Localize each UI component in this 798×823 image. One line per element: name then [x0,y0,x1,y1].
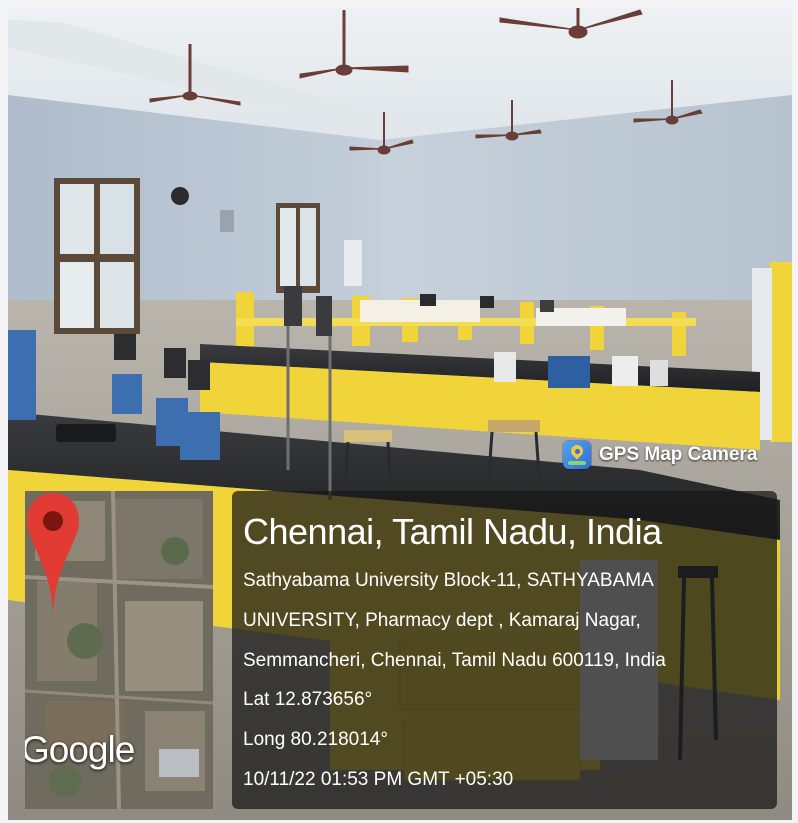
wall-box [220,210,234,232]
location-title: Chennai, Tamil Nadu, India [243,511,662,552]
window-left [54,178,140,334]
address-line-2: UNIVERSITY, Pharmacy dept , Kamaraj Naga… [243,610,641,631]
right-cabinet [770,262,792,442]
address-line-3: Semmancheri, Chennai, Tamil Nadu 600119,… [243,650,666,671]
longitude-text: Long 80.218014° [243,729,388,750]
window-center [276,203,320,293]
google-logo: Google [25,729,135,770]
wall-clock [171,187,189,205]
gps-map-camera-icon [563,441,591,469]
map-pin-icon [27,493,79,619]
location-map-thumbnail: Google [25,491,213,809]
photo-frame: GPS Map Camera Google Chennai, Tamil Nad… [0,0,798,823]
gps-map-camera-badge: GPS Map Camera [563,441,757,469]
wall-panel [344,240,362,286]
badge-label: GPS Map Camera [599,444,758,465]
location-info-panel: Chennai, Tamil Nadu, India Sathyabama Un… [232,491,777,809]
address-line-1: Sathyabama University Block-11, SATHYABA… [243,570,654,591]
timestamp-text: 10/11/22 01:53 PM GMT +05:30 [243,769,514,790]
latitude-text: Lat 12.873656° [243,689,373,710]
